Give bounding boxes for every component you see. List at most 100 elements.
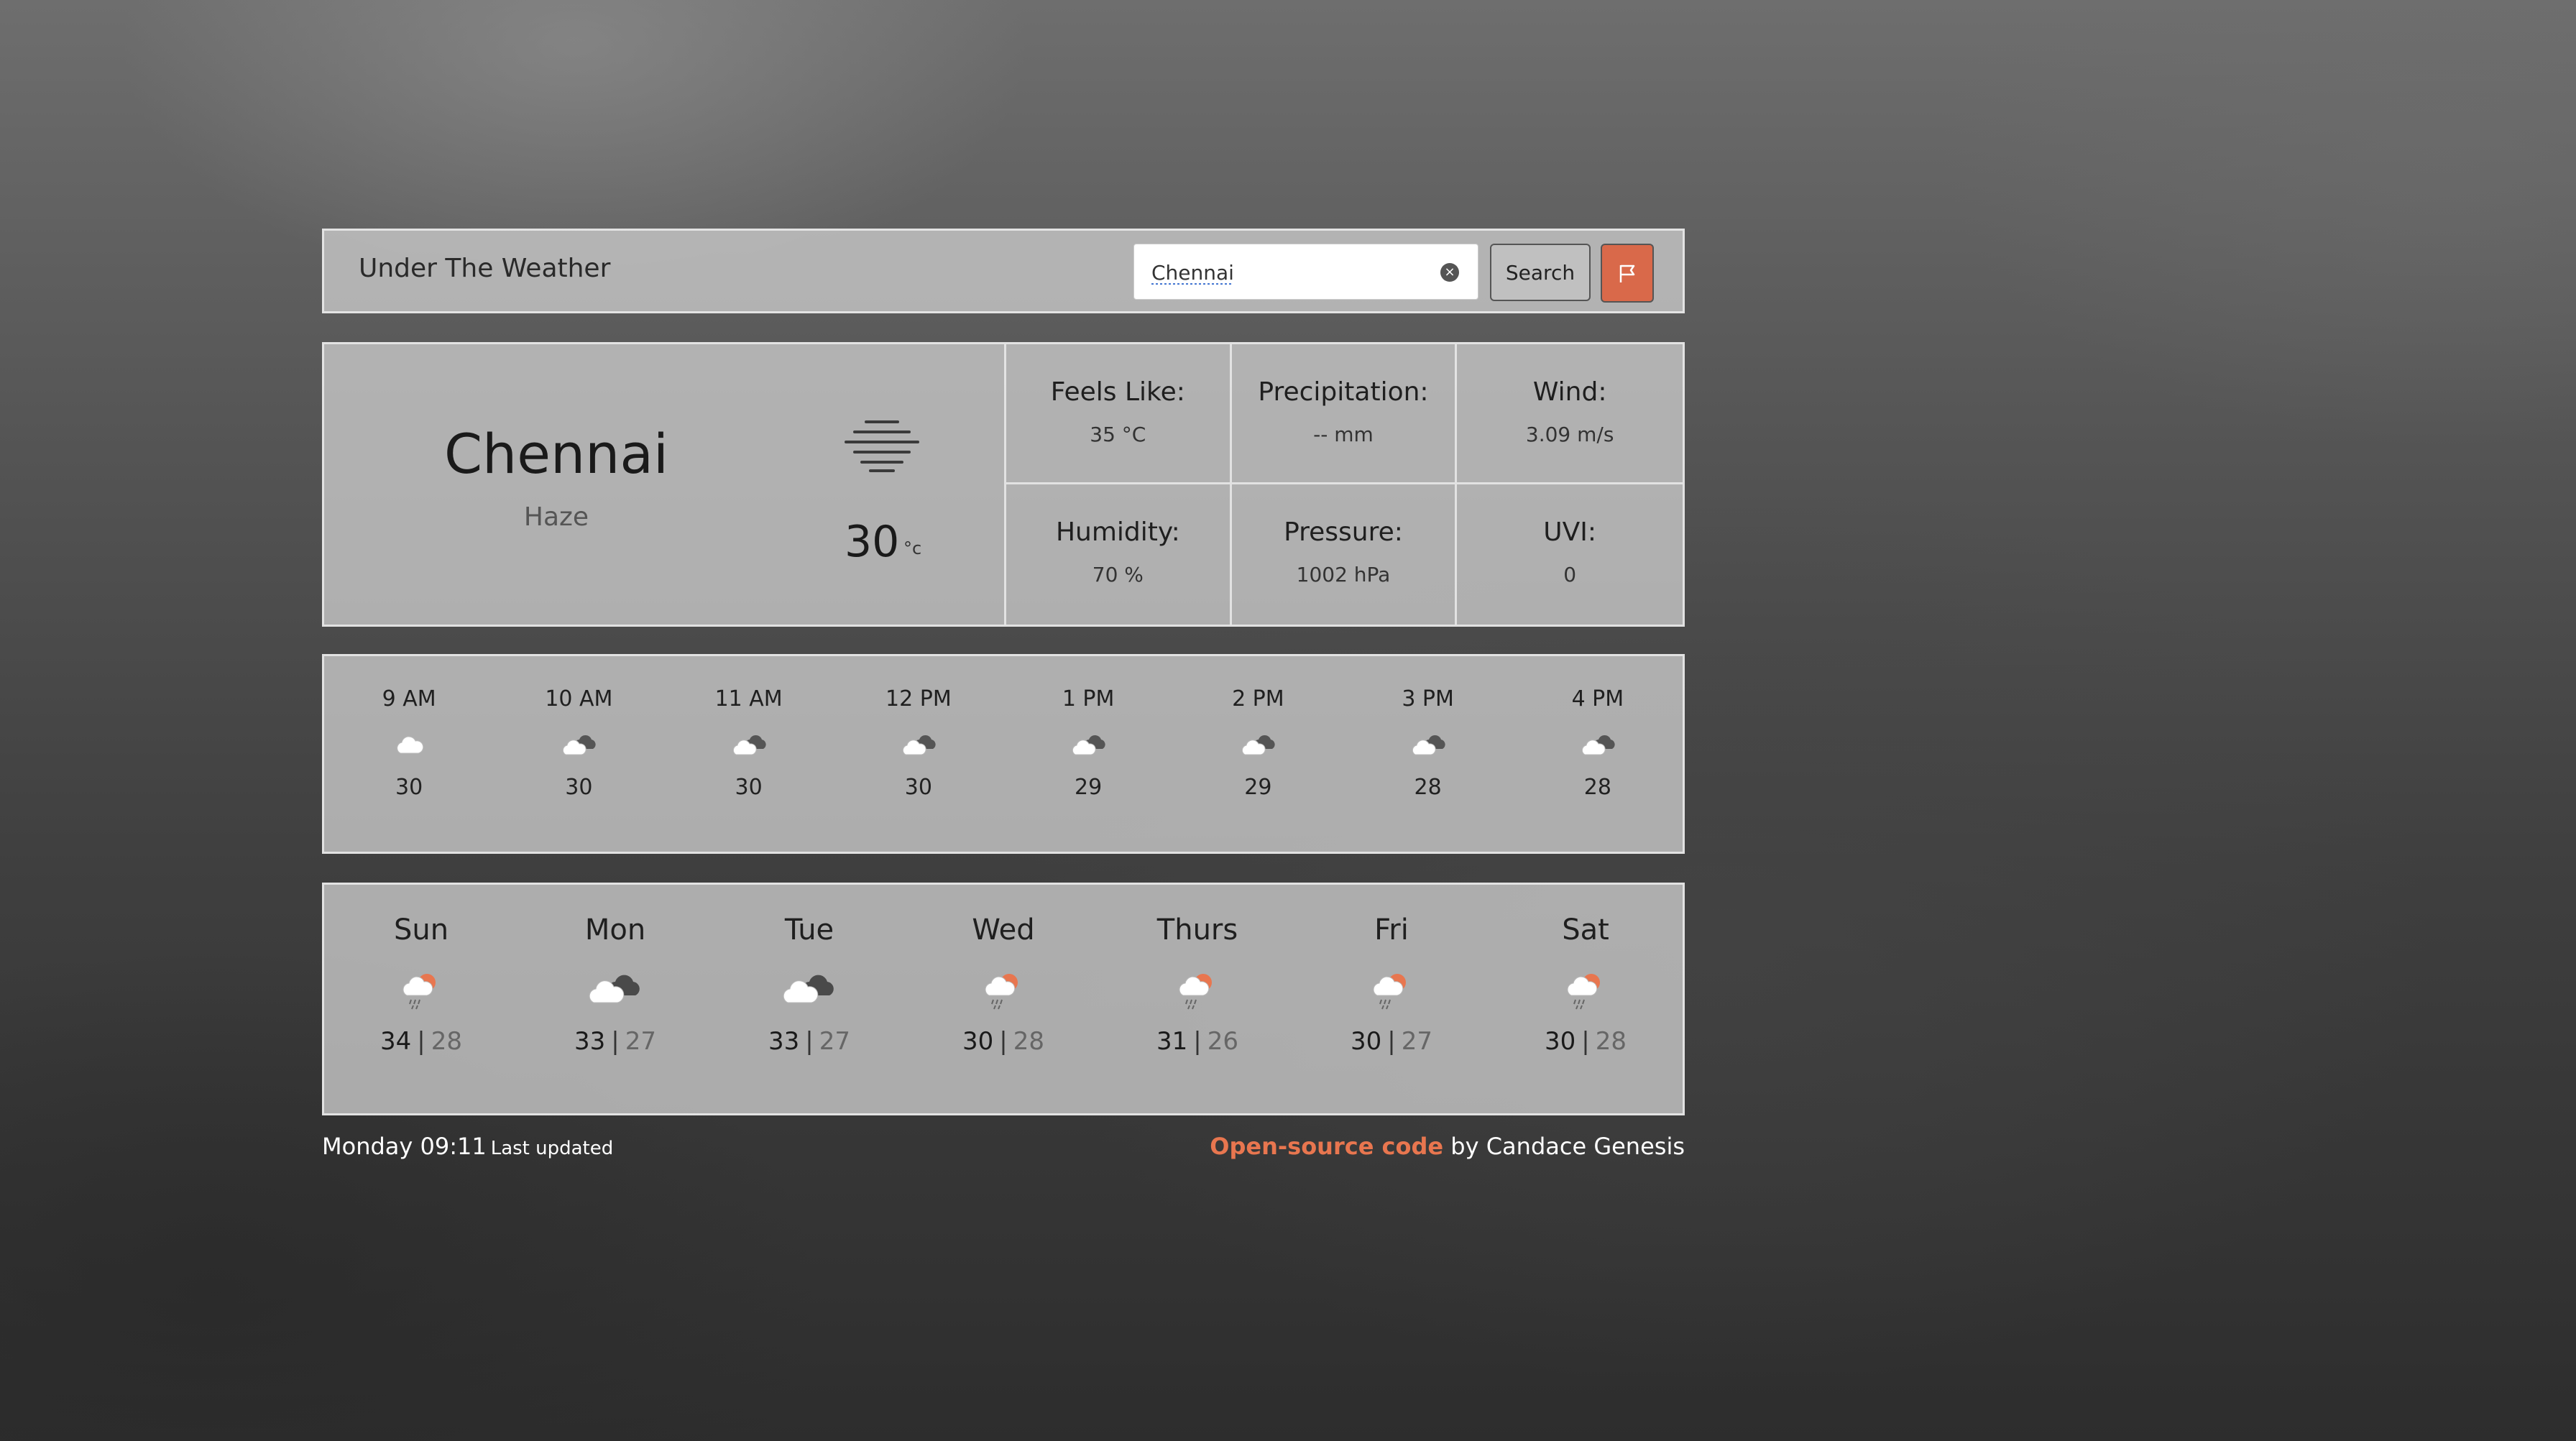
hourly-item: 9 AM 30	[324, 656, 494, 852]
stat-label: Wind:	[1532, 377, 1607, 407]
stat-humidity: Humidity: 70 %	[1006, 484, 1232, 625]
broken-clouds-icon	[664, 733, 834, 762]
condition-text: Haze	[523, 502, 589, 532]
credits: Open-source code by Candace Genesis	[1210, 1133, 1685, 1160]
temp-separator: |	[1193, 1027, 1202, 1056]
day-name: Tue	[784, 913, 834, 947]
day-name: Wed	[972, 913, 1035, 947]
broken-clouds-icon	[712, 968, 906, 1013]
daily-item: Tue 33 | 27	[712, 885, 906, 1113]
day-low: 28	[431, 1027, 462, 1056]
temp-separator: |	[1387, 1027, 1396, 1056]
hour-time: 3 PM	[1402, 686, 1454, 712]
current-summary: Chennai Haze 30 °c	[324, 344, 1006, 625]
hourly-item: 12 PM 30	[834, 656, 1003, 852]
day-high: 30	[962, 1027, 994, 1056]
flag-icon	[1619, 264, 1635, 282]
hour-temp: 29	[1244, 775, 1272, 800]
day-high: 31	[1156, 1027, 1188, 1056]
stat-value: 3.09 m/s	[1525, 423, 1614, 446]
haze-icon	[845, 420, 919, 472]
hourly-item: 11 AM 30	[664, 656, 834, 852]
sun-rain-icon	[906, 968, 1100, 1013]
stat-value: 70 %	[1092, 563, 1144, 586]
stat-value: 1002 hPa	[1296, 563, 1391, 586]
hour-temp: 28	[1583, 775, 1611, 800]
hour-temp: 29	[1075, 775, 1103, 800]
hourly-item: 1 PM 29	[1003, 656, 1173, 852]
cloud-icon	[324, 733, 494, 762]
daily-item: Mon 33 | 27	[518, 885, 712, 1113]
stat-value: 0	[1563, 563, 1577, 586]
search-input[interactable]	[1150, 257, 1426, 287]
hour-time: 10 AM	[545, 686, 613, 712]
sun-rain-icon	[324, 968, 518, 1013]
temp-separator: |	[611, 1027, 620, 1056]
day-name: Mon	[584, 913, 646, 947]
day-temps: 34 | 28	[324, 1027, 518, 1056]
day-low: 28	[1595, 1027, 1627, 1056]
hour-temp: 30	[395, 775, 423, 800]
stat-value: 35 °C	[1090, 423, 1146, 446]
day-low: 27	[625, 1027, 656, 1056]
hour-time: 12 PM	[886, 686, 952, 712]
last-updated: Monday 09:11 Last updated	[322, 1133, 613, 1160]
day-low: 27	[1401, 1027, 1432, 1056]
day-temps: 30 | 28	[906, 1027, 1100, 1056]
stat-uvi: UVI: 0	[1457, 484, 1683, 625]
day-temps: 33 | 27	[518, 1027, 712, 1056]
stat-pressure: Pressure: 1002 hPa	[1232, 484, 1458, 625]
day-name: Fri	[1374, 913, 1409, 947]
hourly-item: 10 AM 30	[494, 656, 663, 852]
search-box[interactable]: ×	[1133, 244, 1478, 300]
city-name: Chennai	[443, 422, 668, 486]
search-button[interactable]: Search	[1490, 244, 1591, 301]
sun-rain-icon	[1294, 968, 1489, 1013]
stats-grid: Feels Like: 35 °C Precipitation: -- mm W…	[1006, 344, 1683, 625]
day-low: 28	[1013, 1027, 1044, 1056]
day-low: 27	[819, 1027, 850, 1056]
broken-clouds-icon	[1513, 733, 1683, 762]
daily-item: Sat 30 | 28	[1489, 885, 1683, 1113]
flag-button[interactable]	[1601, 244, 1654, 303]
hour-temp: 30	[735, 775, 763, 800]
app-title: Under The Weather	[359, 254, 611, 283]
stat-label: Humidity:	[1055, 517, 1180, 547]
day-temps: 30 | 27	[1294, 1027, 1489, 1056]
day-temps: 33 | 27	[712, 1027, 906, 1056]
temp-separator: |	[1581, 1027, 1590, 1056]
day-temps: 31 | 26	[1100, 1027, 1294, 1056]
temp-separator: |	[417, 1027, 426, 1056]
daily-forecast: Sun 34 | 28 Mon 33 | 27 Tue 33 | 27 Wed 30 | 28 …	[322, 883, 1685, 1115]
stat-precipitation: Precipitation: -- mm	[1231, 344, 1458, 484]
current-weather-panel: Chennai Haze 30 °c Feels Like: 35 °C Pre…	[322, 342, 1685, 627]
broken-clouds-icon	[1003, 733, 1173, 762]
updated-label: Last updated	[490, 1138, 614, 1159]
broken-clouds-icon	[494, 733, 663, 762]
daily-item: Thurs 31 | 26	[1100, 885, 1294, 1113]
stat-feels-like: Feels Like: 35 °C	[1006, 344, 1232, 484]
hourly-forecast: 9 AM 30 10 AM 30 11 AM 30 12 PM 30 1 PM …	[322, 654, 1685, 854]
hourly-item: 3 PM 28	[1343, 656, 1513, 852]
temp-separator: |	[805, 1027, 814, 1056]
hour-temp: 30	[565, 775, 593, 800]
stat-value: -- mm	[1313, 423, 1374, 446]
hourly-item: 2 PM 29	[1173, 656, 1343, 852]
day-high: 33	[768, 1027, 800, 1056]
temp-separator: |	[999, 1027, 1008, 1056]
day-high: 34	[380, 1027, 412, 1056]
daily-item: Sun 34 | 28	[324, 885, 518, 1113]
source-code-link[interactable]: Open-source code	[1210, 1133, 1443, 1160]
temperature-unit: °c	[903, 538, 922, 558]
byline: by Candace Genesis	[1450, 1133, 1685, 1160]
header-bar: Under The Weather × Search	[322, 229, 1685, 313]
current-temperature: 30	[845, 517, 900, 567]
day-name: Sun	[393, 913, 449, 947]
clear-icon[interactable]: ×	[1440, 263, 1459, 282]
broken-clouds-icon	[1173, 733, 1343, 762]
daily-item: Wed 30 | 28	[906, 885, 1100, 1113]
broken-clouds-icon	[1343, 733, 1513, 762]
hour-time: 11 AM	[714, 686, 783, 712]
day-high: 30	[1545, 1027, 1576, 1056]
sun-rain-icon	[1489, 968, 1683, 1013]
